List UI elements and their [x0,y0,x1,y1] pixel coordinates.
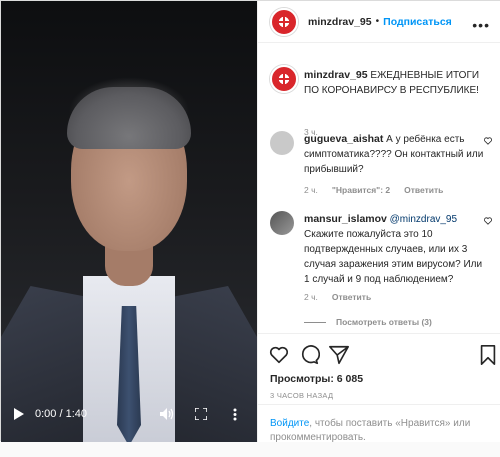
avatar[interactable] [270,8,298,36]
share-icon[interactable] [328,344,350,366]
view-replies-button[interactable]: Посмотреть ответы (3) [304,317,432,327]
separator: • [375,16,380,27]
play-icon[interactable] [11,405,27,423]
like-icon[interactable] [268,344,290,366]
login-prompt: Войдите, чтобы поставить «Нравится» или … [258,404,500,457]
comment-text: Скажите пожалуйста это 10 подтвержденных… [304,229,483,285]
comment-username[interactable]: mansur_islamov [304,213,387,225]
volume-icon[interactable] [159,405,175,423]
post-header: minzdrav_95 • Подписаться ••• [258,1,500,43]
caption-username[interactable]: minzdrav_95 [304,69,368,81]
caption: minzdrav_95 ЕЖЕДНЕВНЫЕ ИТОГИ ПО КОРОНАВИ… [270,65,494,137]
comments-list: minzdrav_95 ЕЖЕДНЕВНЫЕ ИТОГИ ПО КОРОНАВИ… [258,43,500,333]
post-time: 3 ЧАСОВ НАЗАД [270,391,334,400]
login-link[interactable]: Войдите [270,418,309,429]
fullscreen-icon[interactable] [193,405,209,423]
comment-likes[interactable]: "Нравится": 2 [332,185,390,195]
avatar[interactable] [270,211,294,235]
divider [304,321,326,323]
reply-button[interactable]: Ответить [332,292,371,302]
post-sidebar: minzdrav_95 • Подписаться ••• minzdrav_9… [257,1,500,443]
cross-icon [279,17,289,27]
comment-time: 2 ч. [304,292,318,302]
cross-icon [279,74,289,84]
bookmark-icon[interactable] [478,344,498,366]
avatar[interactable] [270,131,294,155]
heart-icon[interactable] [484,137,492,145]
list-item: mansur_islamov @minzdrav_95 Скажите пожа… [270,211,494,302]
comment-mention[interactable]: @minzdrav_95 [390,214,457,225]
more-options-icon[interactable] [229,405,241,423]
view-replies-label: Посмотреть ответы (3) [336,317,432,327]
reply-button[interactable]: Ответить [404,185,443,195]
video-time: 0:00 / 1:40 [35,408,87,420]
video-player[interactable]: 0:00 / 1:40 [1,1,257,442]
comment-username[interactable]: gugueva_aishat [304,133,383,145]
more-icon[interactable]: ••• [472,17,490,33]
avatar[interactable] [270,65,298,93]
list-item: gugueva_aishat А у ребёнка есть симптома… [270,131,494,201]
follow-button[interactable]: Подписаться [383,16,452,28]
post-actions: Просмотры: 6 085 3 ЧАСОВ НАЗАД Войдите, … [258,333,500,443]
views-count[interactable]: Просмотры: 6 085 [270,373,363,385]
comment-time: 2 ч. [304,185,318,195]
heart-icon[interactable] [484,217,492,225]
comment-icon[interactable] [298,344,320,366]
header-username[interactable]: minzdrav_95 [308,16,372,28]
post-window: 0:00 / 1:40 minzdrav_95 • Подписаться ••… [0,0,500,443]
video-controls: 0:00 / 1:40 [1,399,257,429]
